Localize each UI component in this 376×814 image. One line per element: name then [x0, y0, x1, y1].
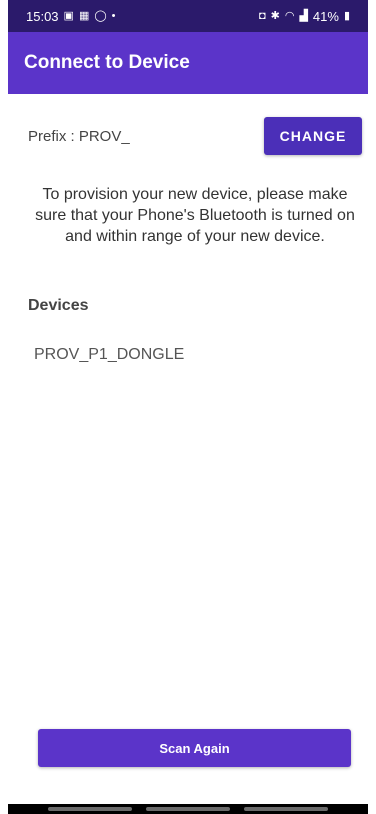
- home-nav-button[interactable]: [146, 807, 230, 811]
- back-nav-button[interactable]: [244, 807, 328, 811]
- battery-icon: ▮: [343, 9, 350, 22]
- status-bar: 15:03 ▣ ▦ ◯ • ◘ ✱ ◠ ▟ 41% ▮: [8, 0, 368, 32]
- app-bar: Connect to Device: [8, 32, 368, 94]
- dot-icon: •: [111, 9, 116, 22]
- scan-again-button[interactable]: Scan Again: [38, 729, 351, 767]
- prefix-label: Prefix : PROV_: [28, 127, 130, 145]
- status-time: 15:03: [26, 8, 59, 24]
- wifi-icon: ◠: [284, 9, 295, 22]
- change-prefix-button[interactable]: CHANGE: [264, 117, 362, 155]
- gallery-icon: ▣: [63, 9, 74, 22]
- recents-nav-button[interactable]: [48, 807, 132, 811]
- devices-heading: Devices: [28, 297, 89, 314]
- system-nav-bar: [8, 804, 368, 814]
- whatsapp-icon: ◯: [94, 9, 107, 22]
- page-title: Connect to Device: [24, 52, 190, 73]
- signal-icon: ▟: [299, 9, 308, 22]
- status-right: ◘ ✱ ◠ ▟ 41% ▮: [259, 9, 350, 24]
- battery-level: 41%: [312, 8, 339, 24]
- teams-icon: ▦: [78, 9, 90, 22]
- bluetooth-icon: ✱: [270, 9, 280, 22]
- prefix-row: Prefix : PROV_ CHANGE: [28, 117, 362, 155]
- alarm-icon: ◘: [258, 9, 266, 22]
- device-list-item[interactable]: PROV_P1_DONGLE: [34, 346, 184, 364]
- status-left: 15:03 ▣ ▦ ◯ •: [26, 9, 116, 24]
- provision-instructions: To provision your new device, please mak…: [35, 186, 355, 245]
